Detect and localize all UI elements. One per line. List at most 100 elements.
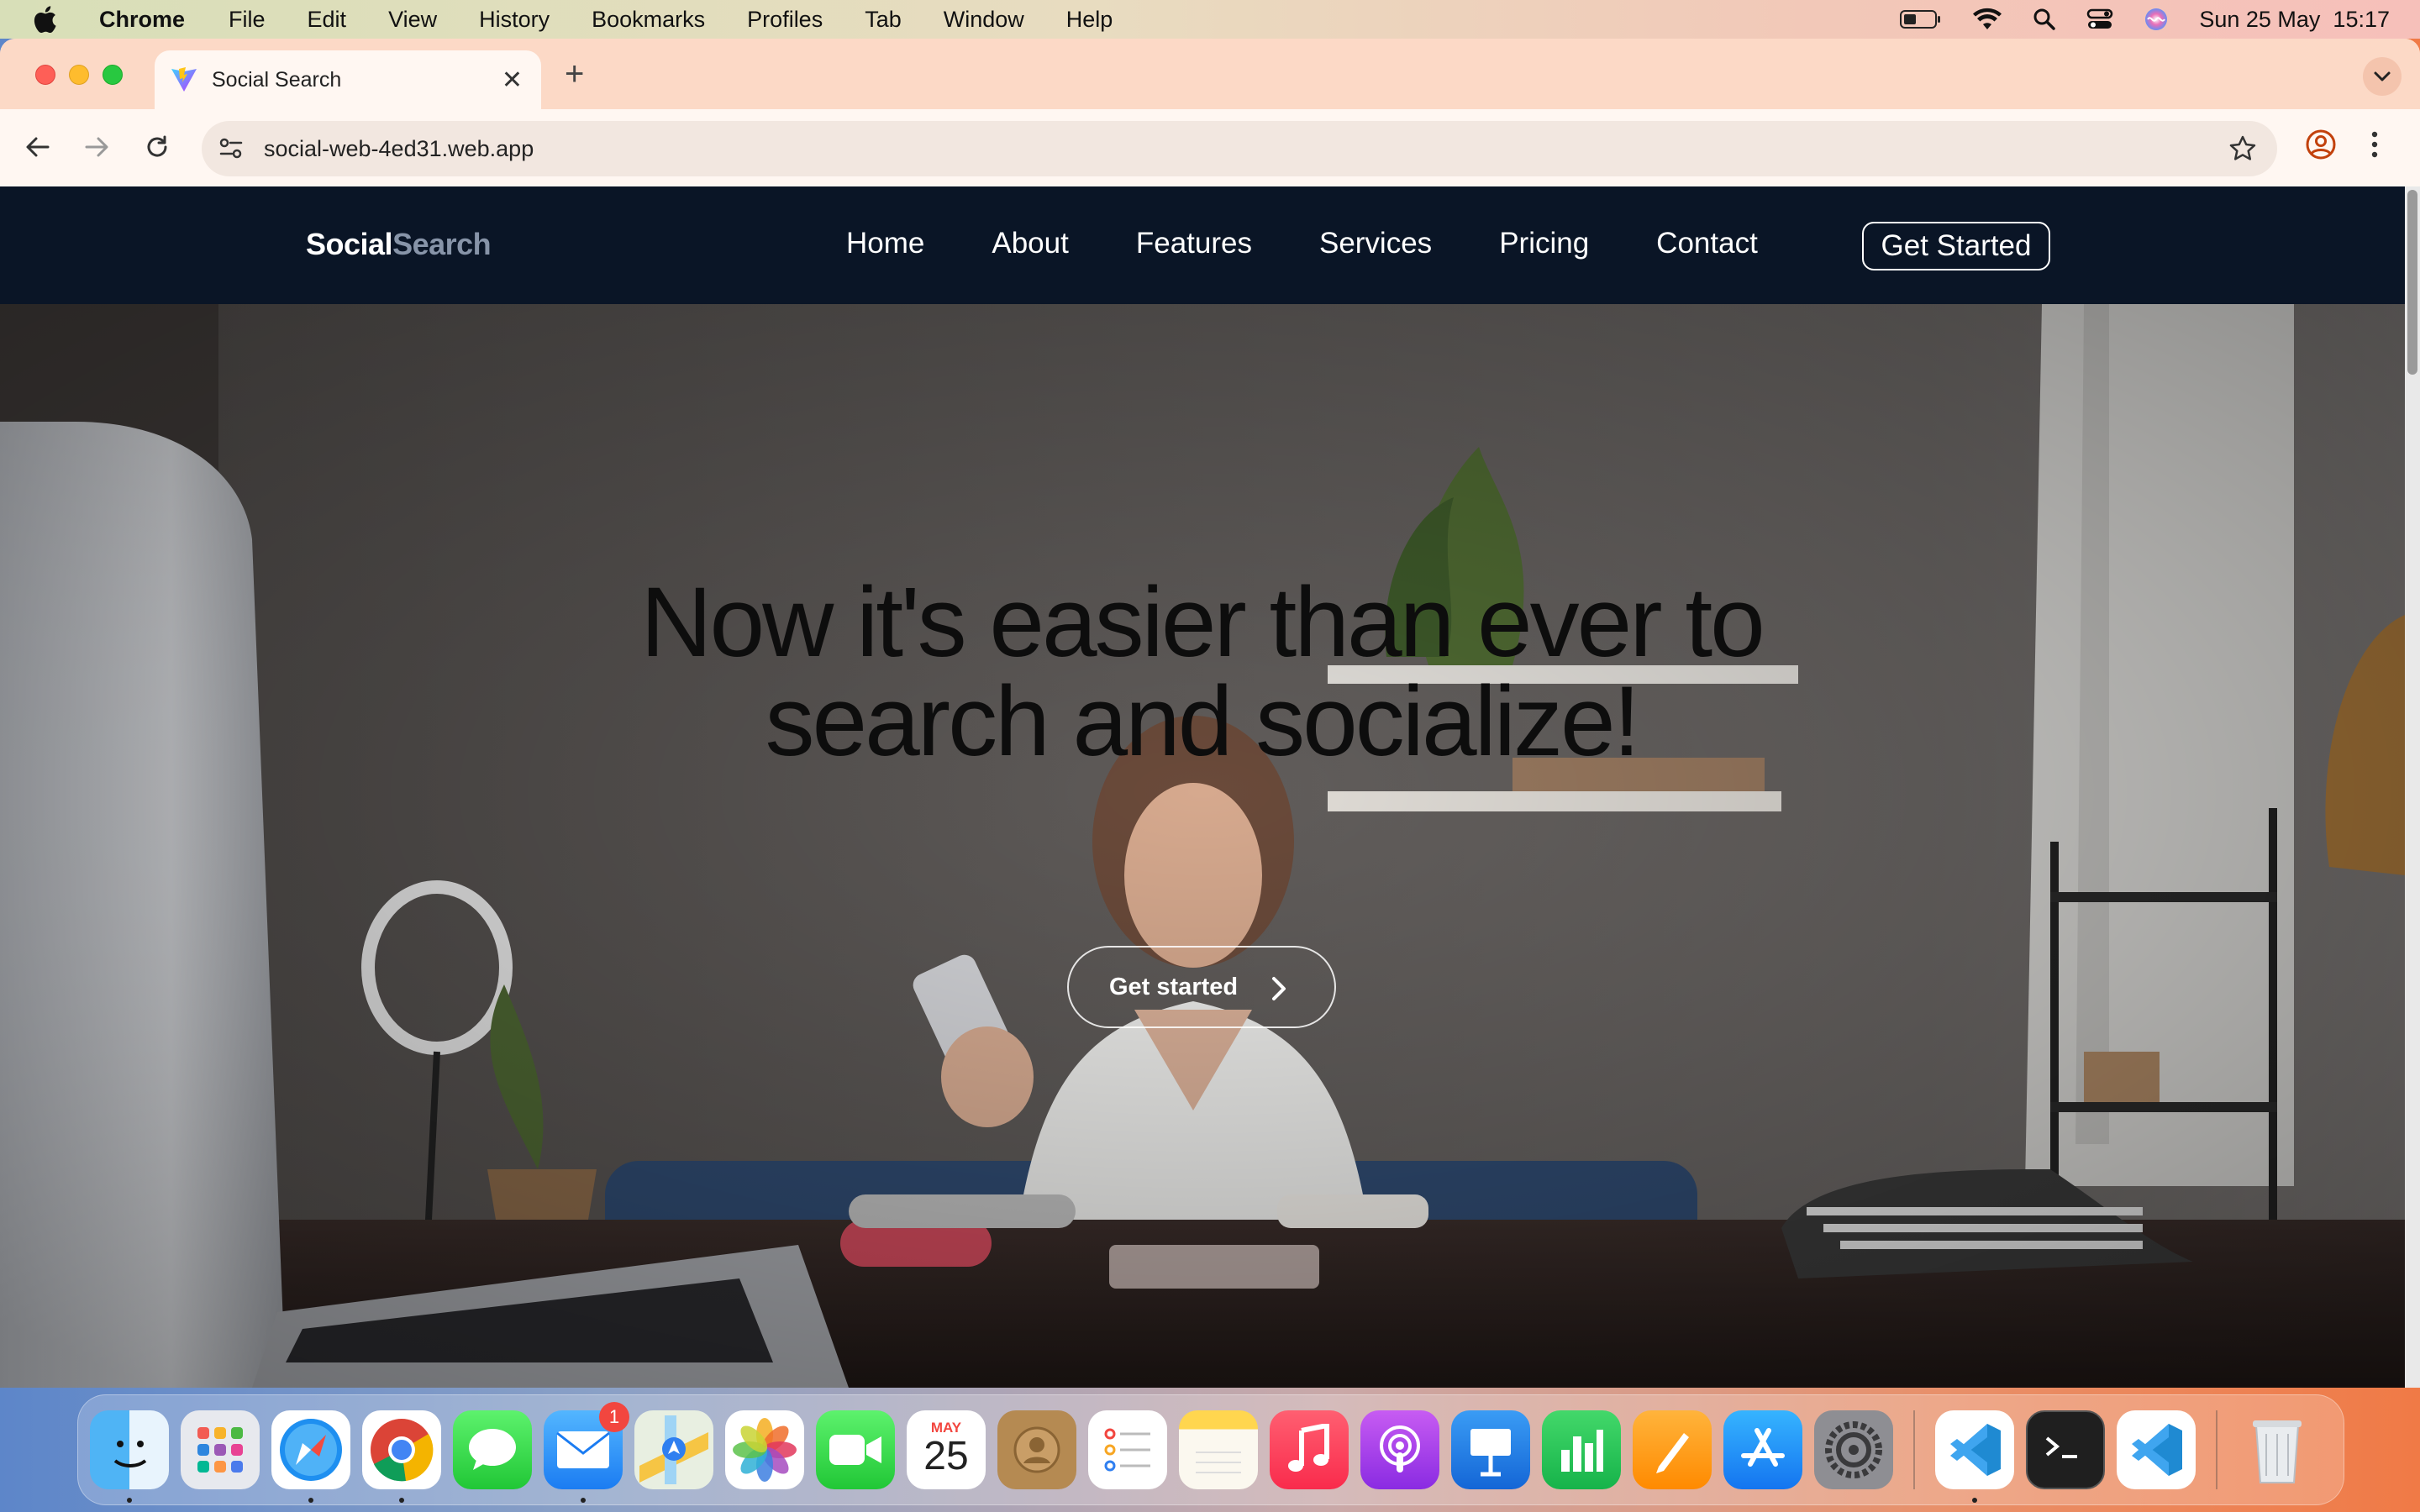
menu-bookmarks[interactable]: Bookmarks [592, 7, 705, 33]
menu-window[interactable]: Window [944, 7, 1024, 33]
trash-icon[interactable] [2238, 1410, 2317, 1489]
arrow-right-icon [85, 137, 108, 157]
back-button[interactable] [17, 126, 59, 168]
vscode-insiders-icon[interactable] [2117, 1410, 2196, 1489]
facetime-icon[interactable] [816, 1410, 895, 1489]
scrollbar-thumb[interactable] [2407, 190, 2417, 375]
numbers-icon[interactable] [1542, 1410, 1621, 1489]
menu-history[interactable]: History [479, 7, 550, 33]
arrow-left-icon [26, 137, 50, 157]
menu-tab[interactable]: Tab [865, 7, 902, 33]
terminal-icon[interactable] [2026, 1410, 2105, 1489]
tab-title: Social Search [212, 67, 342, 92]
mail-icon[interactable]: 1 [544, 1402, 629, 1503]
browser-toolbar: social-web-4ed31.web.app [0, 109, 2420, 186]
reminders-icon[interactable] [1088, 1410, 1167, 1489]
close-tab-icon[interactable]: ✕ [502, 66, 523, 95]
launchpad-icon[interactable] [181, 1410, 260, 1489]
apple-logo-icon[interactable] [32, 5, 57, 34]
menu-app-name[interactable]: Chrome [99, 7, 185, 33]
menu-file[interactable]: File [229, 7, 266, 33]
maps-icon[interactable] [634, 1410, 713, 1489]
chrome-icon[interactable] [362, 1410, 441, 1503]
url-text[interactable]: social-web-4ed31.web.app [264, 136, 534, 162]
zoom-window-button[interactable] [103, 65, 123, 85]
forward-button[interactable] [76, 126, 118, 168]
hero-headline-line1: Now it's easier than ever to [640, 567, 1765, 678]
tab-search-button[interactable] [2363, 57, 2402, 96]
running-indicator [308, 1498, 313, 1503]
nav-features[interactable]: Features [1136, 227, 1252, 260]
chevron-down-icon [2374, 71, 2391, 81]
minimize-window-button[interactable] [69, 65, 89, 85]
siri-icon[interactable] [2144, 7, 2169, 32]
reload-icon [147, 135, 167, 157]
hero-background-image [0, 304, 2405, 1388]
browser-window: Social Search ✕ + social-web-4ed31.web.a… [0, 39, 2420, 1388]
hero-headline-line2: search and socialize! [765, 666, 1641, 777]
vite-favicon-icon [171, 67, 197, 92]
vscode-icon[interactable] [1935, 1410, 2014, 1503]
keynote-icon[interactable] [1451, 1410, 1530, 1489]
get-started-nav-button[interactable]: Get Started [1862, 222, 2050, 270]
wifi-icon[interactable] [1972, 8, 2002, 31]
notes-icon[interactable] [1179, 1410, 1258, 1489]
menubar-datetime[interactable]: Sun 25 May 15:17 [2199, 7, 2390, 33]
page-viewport: SocialSearch Home About Features Service… [0, 186, 2420, 1388]
menu-help[interactable]: Help [1066, 7, 1113, 33]
reload-button[interactable] [136, 126, 178, 168]
menu-bar: Chrome File Edit View History Bookmarks … [0, 0, 2420, 39]
site-settings-icon[interactable] [218, 137, 244, 160]
profile-avatar-icon [2306, 129, 2336, 160]
new-tab-button[interactable]: + [565, 57, 584, 91]
hero-button-label: Get started [1109, 973, 1239, 1000]
finder-icon[interactable] [90, 1410, 169, 1503]
music-icon[interactable] [1270, 1410, 1349, 1489]
bookmark-star-icon[interactable] [2228, 134, 2257, 163]
system-settings-icon[interactable] [1814, 1410, 1893, 1489]
dock-separator [2216, 1410, 2217, 1489]
chrome-menu-button[interactable] [2370, 128, 2380, 165]
battery-icon[interactable] [1900, 9, 1942, 29]
safari-icon[interactable] [271, 1410, 350, 1503]
dock: 1 MAY 25 [77, 1394, 2344, 1505]
messages-icon[interactable] [453, 1410, 532, 1489]
running-indicator [1972, 1498, 1977, 1503]
kebab-menu-icon [2371, 131, 2378, 158]
pages-icon[interactable] [1633, 1410, 1712, 1489]
photos-icon[interactable] [725, 1410, 804, 1489]
close-window-button[interactable] [35, 65, 55, 85]
page-scrollbar[interactable] [2405, 186, 2420, 1388]
brand-part-social: Social [306, 227, 393, 261]
running-indicator [581, 1498, 586, 1503]
nav-home[interactable]: Home [846, 227, 924, 260]
menu-view[interactable]: View [388, 7, 437, 33]
mail-badge: 1 [599, 1402, 629, 1432]
podcasts-icon[interactable] [1360, 1410, 1439, 1489]
site-navbar: SocialSearch Home About Features Service… [0, 186, 2405, 304]
nav-about[interactable]: About [992, 227, 1068, 260]
address-bar[interactable]: social-web-4ed31.web.app [202, 121, 2277, 176]
nav-contact[interactable]: Contact [1656, 227, 1758, 260]
get-started-hero-button[interactable]: Get started [1067, 946, 1336, 1028]
tab-strip: Social Search ✕ + [0, 39, 2420, 109]
brand-part-search: Search [392, 227, 492, 261]
running-indicator [127, 1498, 132, 1503]
chevron-right-icon [1272, 977, 1286, 1000]
tab-social-search[interactable]: Social Search ✕ [155, 50, 541, 109]
hero-section: Now it's easier than ever to search and … [0, 304, 2405, 1388]
menu-profiles[interactable]: Profiles [747, 7, 823, 33]
app-store-icon[interactable] [1723, 1410, 1802, 1489]
nav-services[interactable]: Services [1319, 227, 1432, 260]
dock-separator [1913, 1410, 1915, 1489]
control-center-icon[interactable] [2086, 8, 2113, 31]
nav-links: Home About Features Services Pricing Con… [846, 227, 1825, 260]
profile-button[interactable] [2304, 128, 2338, 165]
site-logo[interactable]: SocialSearch [306, 227, 492, 262]
calendar-icon[interactable]: MAY 25 [907, 1410, 986, 1489]
nav-pricing[interactable]: Pricing [1499, 227, 1589, 260]
calendar-day: 25 [923, 1434, 969, 1478]
spotlight-search-icon[interactable] [2033, 8, 2056, 31]
contacts-icon[interactable] [997, 1410, 1076, 1489]
menu-edit[interactable]: Edit [308, 7, 347, 33]
